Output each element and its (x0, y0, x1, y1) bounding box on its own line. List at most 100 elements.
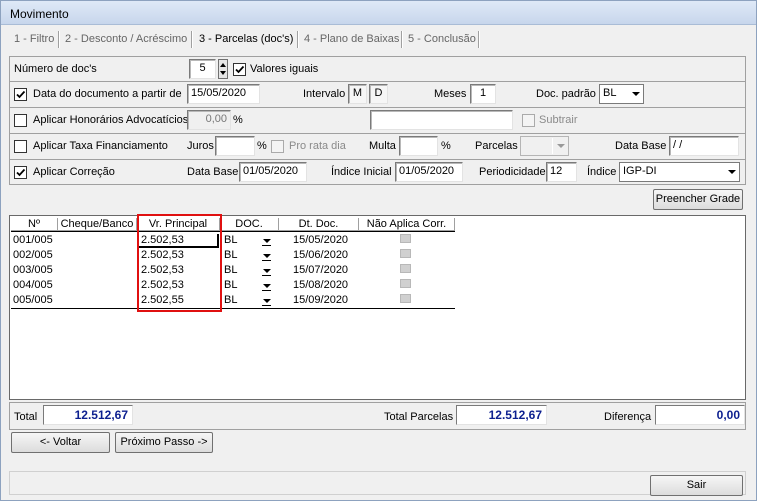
pro-rata-label: Pro rata dia (289, 140, 346, 152)
intervalo-d-button[interactable]: D (369, 84, 388, 104)
indice-select[interactable]: IGP-DI (619, 162, 740, 182)
doc-padrao-value: BL (603, 87, 617, 99)
diferenca-value: 0,00 (655, 405, 745, 425)
footer-panel (9, 471, 746, 495)
proximo-passo-button[interactable]: Próximo Passo -> (115, 432, 213, 453)
doc-padrao-select[interactable]: BL (599, 84, 644, 104)
total-parcelas-label: Total Parcelas (384, 411, 454, 423)
row-data: 15/09/2020 (293, 294, 349, 306)
tab-plano-baixas[interactable]: 4 - Plano de Baixas (304, 31, 399, 49)
indice-value: IGP-DI (623, 165, 657, 177)
honorarios-checkbox[interactable] (14, 114, 27, 127)
juros-label: Juros (187, 140, 214, 152)
juros-input[interactable] (215, 136, 255, 156)
data-base-input[interactable]: / / (669, 136, 739, 156)
tab-filtro[interactable]: 1 - Filtro (14, 31, 54, 49)
sair-button[interactable]: Sair (650, 475, 743, 496)
grid-header-num[interactable]: Nº (11, 218, 58, 231)
grid-header-underline (11, 231, 455, 232)
row-nao-aplica-checkbox[interactable] (400, 279, 411, 288)
grid-header-nao-aplica[interactable]: Não Aplica Corr. (359, 218, 455, 231)
row-data: 15/07/2020 (293, 264, 349, 276)
chevron-down-icon[interactable] (260, 250, 275, 263)
correcao-checkbox[interactable] (14, 166, 27, 179)
row-doc[interactable]: BL (222, 249, 237, 264)
window-title: Movimento (10, 7, 69, 21)
data-base-label: Data Base (615, 140, 667, 152)
row-data: 15/06/2020 (293, 249, 349, 261)
honorarios-text-input[interactable] (370, 110, 513, 130)
row-data: 15/05/2020 (293, 234, 349, 246)
chevron-down-icon[interactable] (723, 164, 738, 180)
num-docs-input[interactable]: 5 (189, 59, 216, 79)
row-nao-aplica-checkbox[interactable] (400, 234, 411, 243)
divider (9, 81, 746, 82)
valores-iguais-checkbox[interactable] (233, 63, 246, 76)
meses-input[interactable]: 1 (470, 84, 496, 104)
doc-padrao-label: Doc. padrão (536, 88, 596, 100)
total-label: Total (14, 411, 38, 423)
subtrair-checkbox[interactable] (522, 114, 535, 127)
grid-header-doc[interactable]: DOC. (220, 218, 279, 231)
spin-down-icon[interactable] (220, 71, 226, 75)
taxa-checkbox[interactable] (14, 140, 27, 153)
tab-parcelas[interactable]: 3 - Parcelas (doc's) (199, 31, 293, 49)
correcao-data-base-label: Data Base (187, 166, 239, 178)
row-num: 005/005 (13, 294, 53, 306)
divider (9, 107, 746, 108)
chevron-down-icon[interactable] (260, 295, 275, 308)
pro-rata-checkbox[interactable] (271, 140, 284, 153)
title-bar: Movimento (1, 1, 756, 25)
chevron-down-icon[interactable] (260, 235, 275, 248)
voltar-button[interactable]: <- Voltar (11, 432, 110, 453)
periodicidade-label: Periodicidade (479, 166, 546, 178)
divider (9, 159, 746, 160)
multa-input[interactable] (399, 136, 438, 156)
periodicidade-input[interactable]: 12 (546, 162, 577, 182)
row-data: 15/08/2020 (293, 279, 349, 291)
indice-inicial-label: Índice Inicial (331, 166, 392, 178)
data-doc-checkbox[interactable] (14, 88, 27, 101)
spin-up-icon[interactable] (220, 63, 226, 67)
indice-inicial-input[interactable]: 01/05/2020 (395, 162, 463, 182)
tab-desconto[interactable]: 2 - Desconto / Acréscimo (65, 31, 187, 49)
row-doc[interactable]: BL (222, 279, 237, 294)
correcao-data-base-input[interactable]: 01/05/2020 (239, 162, 307, 182)
chevron-down-icon[interactable] (552, 138, 567, 154)
correcao-label: Aplicar Correção (33, 166, 115, 178)
grid-bottom-line (11, 308, 455, 309)
highlight-box (137, 214, 222, 312)
honorarios-percent-label: % (233, 114, 243, 126)
row-num: 001/005 (13, 234, 53, 246)
row-nao-aplica-checkbox[interactable] (400, 264, 411, 273)
row-nao-aplica-checkbox[interactable] (400, 294, 411, 303)
data-doc-input[interactable]: 15/05/2020 (187, 84, 260, 104)
check-icon (235, 65, 245, 74)
diferenca-label: Diferença (604, 411, 652, 423)
preencher-grade-button[interactable]: Preencher Grade (653, 189, 743, 210)
chevron-down-icon[interactable] (260, 265, 275, 278)
multa-percent-label: % (441, 140, 451, 152)
tab-separator (401, 31, 403, 48)
chevron-down-icon[interactable] (627, 86, 642, 102)
juros-percent-label: % (257, 140, 267, 152)
tab-conclusao[interactable]: 5 - Conclusão (408, 31, 476, 49)
row-num: 003/005 (13, 264, 53, 276)
parcelas-select[interactable] (520, 136, 569, 156)
grid-header-cheque[interactable]: Cheque/Banco (58, 218, 137, 231)
row-doc[interactable]: BL (222, 264, 237, 279)
row-doc[interactable]: BL (222, 294, 237, 309)
row-num: 004/005 (13, 279, 53, 291)
grid-header-data[interactable]: Dt. Doc. (279, 218, 359, 231)
row-doc[interactable]: BL (222, 234, 237, 249)
row-nao-aplica-checkbox[interactable] (400, 249, 411, 258)
check-icon (16, 90, 26, 99)
intervalo-label: Intervalo (303, 88, 346, 100)
data-doc-label: Data do documento a partir de (33, 88, 182, 100)
num-docs-spinner[interactable] (218, 59, 228, 79)
honorarios-input[interactable]: 0,00 (187, 110, 231, 130)
indice-label: Índice (587, 166, 617, 178)
honorarios-label: Aplicar Honorários Advocatícios (33, 114, 189, 126)
chevron-down-icon[interactable] (260, 280, 275, 293)
intervalo-m-button[interactable]: M (348, 84, 367, 104)
